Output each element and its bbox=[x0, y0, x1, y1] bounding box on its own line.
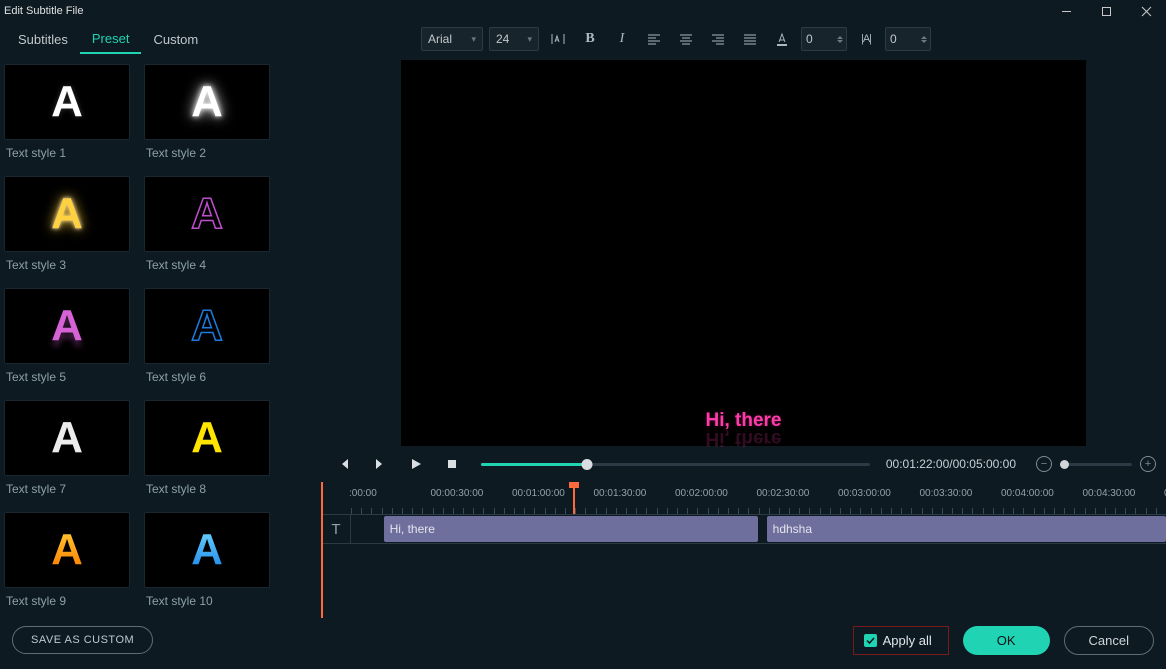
tab-preset[interactable]: Preset bbox=[80, 24, 142, 54]
preset-thumb-6[interactable]: A bbox=[144, 288, 270, 364]
preset-thumb-10[interactable]: A bbox=[144, 512, 270, 588]
prev-frame-button[interactable] bbox=[331, 451, 357, 477]
format-toolbar: Arial▾ 24▾ B I bbox=[321, 22, 1166, 56]
ruler-label: 00:03:30:00 bbox=[920, 488, 973, 499]
char-spacing-input[interactable]: 0 bbox=[801, 27, 847, 51]
preset-thumb-8[interactable]: A bbox=[144, 400, 270, 476]
video-preview[interactable]: Hi, there Hi, there bbox=[401, 60, 1086, 446]
close-button[interactable] bbox=[1126, 0, 1166, 22]
ruler-label: 00:01:00:00 bbox=[512, 488, 565, 499]
preset-thumb-4[interactable]: A bbox=[144, 176, 270, 252]
preview-subtitle-reflection: Hi, there bbox=[705, 427, 781, 449]
minimize-button[interactable] bbox=[1046, 0, 1086, 22]
bold-button[interactable]: B bbox=[577, 27, 603, 51]
font-size-select[interactable]: 24▾ bbox=[489, 27, 539, 51]
playback-time: 00:01:22:00/00:05:00:00 bbox=[886, 457, 1016, 471]
subtitle-track: T Hi, there hdhsha bbox=[321, 514, 1166, 544]
subtitle-clip[interactable]: Hi, there bbox=[384, 516, 759, 542]
preset-label: Text style 1 bbox=[4, 140, 134, 168]
zoom-out-button[interactable]: − bbox=[1036, 456, 1052, 472]
tab-subtitles[interactable]: Subtitles bbox=[6, 25, 80, 53]
subtitle-clip[interactable]: hdhsha bbox=[767, 516, 1166, 542]
preset-label: Text style 2 bbox=[144, 140, 274, 168]
font-color-button[interactable] bbox=[769, 27, 795, 51]
line-spacing-input[interactable]: 0 bbox=[885, 27, 931, 51]
italic-button[interactable]: I bbox=[609, 27, 635, 51]
ruler-label: 00:04:00:00 bbox=[1001, 488, 1054, 499]
preset-label: Text style 5 bbox=[4, 364, 134, 392]
preset-label: Text style 3 bbox=[4, 252, 134, 280]
preset-label: Text style 6 bbox=[144, 364, 274, 392]
ruler-label: :00:00 bbox=[349, 488, 377, 499]
ruler-label: 00:01:30:00 bbox=[594, 488, 647, 499]
ruler-label: 00:00:30:00 bbox=[431, 488, 484, 499]
ruler-label: 00:04:30:00 bbox=[1083, 488, 1136, 499]
apply-all-checkbox[interactable]: Apply all bbox=[853, 626, 949, 655]
tab-custom[interactable]: Custom bbox=[141, 25, 210, 53]
preset-label: Text style 9 bbox=[4, 588, 134, 611]
align-center-button[interactable] bbox=[673, 27, 699, 51]
line-spacing-icon[interactable]: |A| bbox=[853, 27, 879, 51]
cancel-button[interactable]: Cancel bbox=[1064, 626, 1154, 655]
ruler-label: 00:03:00:00 bbox=[838, 488, 891, 499]
ok-button[interactable]: OK bbox=[963, 626, 1050, 655]
footer: SAVE AS CUSTOM Apply all OK Cancel bbox=[0, 611, 1166, 669]
titlebar: Edit Subtitle File bbox=[0, 0, 1166, 22]
preset-thumb-7[interactable]: A bbox=[4, 400, 130, 476]
preset-thumb-3[interactable]: A bbox=[4, 176, 130, 252]
line-spacing-value: 0 bbox=[890, 32, 897, 46]
zoom-in-button[interactable]: + bbox=[1140, 456, 1156, 472]
preset-label: Text style 7 bbox=[4, 476, 134, 504]
timeline-ruler[interactable]: :00:00 00:00:30:00 00:01:00:00 00:01:30:00 0… bbox=[321, 482, 1166, 514]
playback-bar: 00:01:22:00/00:05:00:00 − + bbox=[321, 446, 1166, 482]
char-spacing-value: 0 bbox=[806, 32, 813, 46]
maximize-button[interactable] bbox=[1086, 0, 1126, 22]
preset-thumb-9[interactable]: A bbox=[4, 512, 130, 588]
align-justify-button[interactable] bbox=[737, 27, 763, 51]
next-frame-button[interactable] bbox=[367, 451, 393, 477]
font-family-select[interactable]: Arial▾ bbox=[421, 27, 483, 51]
preset-sidebar[interactable]: A Text style 1 A Text style 2 A Text sty… bbox=[0, 56, 321, 611]
text-track-icon: T bbox=[321, 514, 351, 544]
checkbox-icon bbox=[864, 634, 877, 647]
align-left-button[interactable] bbox=[641, 27, 667, 51]
char-spacing-icon[interactable] bbox=[545, 27, 571, 51]
ruler-label: 00:02:30:00 bbox=[757, 488, 810, 499]
preset-label: Text style 10 bbox=[144, 588, 274, 611]
preset-label: Text style 8 bbox=[144, 476, 274, 504]
track-body[interactable]: Hi, there hdhsha bbox=[351, 514, 1166, 544]
apply-all-label: Apply all bbox=[883, 633, 932, 648]
align-right-button[interactable] bbox=[705, 27, 731, 51]
font-size-value: 24 bbox=[496, 32, 509, 46]
stop-button[interactable] bbox=[439, 451, 465, 477]
save-as-custom-button[interactable]: SAVE AS CUSTOM bbox=[12, 626, 153, 654]
zoom-slider[interactable] bbox=[1060, 463, 1132, 466]
preset-thumb-5[interactable]: A bbox=[4, 288, 130, 364]
preset-thumb-2[interactable]: A bbox=[144, 64, 270, 140]
play-button[interactable] bbox=[403, 451, 429, 477]
font-family-value: Arial bbox=[428, 32, 452, 46]
ruler-label: 00:02:00:00 bbox=[675, 488, 728, 499]
preset-label: Text style 4 bbox=[144, 252, 274, 280]
seek-slider[interactable] bbox=[481, 463, 870, 466]
preset-thumb-1[interactable]: A bbox=[4, 64, 130, 140]
window-title: Edit Subtitle File bbox=[4, 5, 83, 17]
